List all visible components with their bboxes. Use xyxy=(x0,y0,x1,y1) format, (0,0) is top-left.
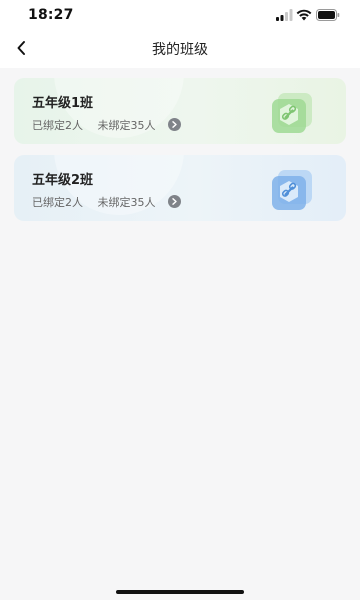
signal-icon xyxy=(276,9,293,21)
unbound-count: 未绑定35人 xyxy=(97,119,156,132)
wifi-icon xyxy=(296,9,312,21)
class-name: 五年级1班 xyxy=(32,96,94,111)
class-stats: 已绑定2人 未绑定35人 xyxy=(32,194,181,210)
class-card-1[interactable]: 五年级1班 已绑定2人 未绑定35人 xyxy=(14,78,346,144)
status-bar: 18:27 xyxy=(0,0,360,30)
class-card-2[interactable]: 五年级2班 已绑定2人 未绑定35人 xyxy=(14,155,346,221)
page-title: 我的班级 xyxy=(152,42,208,58)
battery-icon xyxy=(316,9,340,21)
chevron-right-icon xyxy=(172,197,177,205)
bound-count: 已绑定2人 xyxy=(32,196,83,209)
home-indicator[interactable] xyxy=(116,590,244,594)
class-name: 五年级2班 xyxy=(32,173,94,188)
detail-arrow-button[interactable] xyxy=(168,117,181,131)
chevron-right-icon xyxy=(172,120,177,128)
link-icon xyxy=(272,170,312,210)
status-time: 18:27 xyxy=(28,7,74,23)
detail-arrow-button[interactable] xyxy=(168,194,181,208)
unbound-count: 未绑定35人 xyxy=(97,196,156,209)
class-stats: 已绑定2人 未绑定35人 xyxy=(32,117,181,133)
class-list-screen: 18:27 我的班级 五年级1班 已绑定2人 未绑定35人 五年级2班 已绑定2… xyxy=(0,0,360,600)
top-area: 18:27 我的班级 xyxy=(0,0,360,68)
status-icons xyxy=(276,9,340,23)
link-icon xyxy=(272,93,312,133)
bound-count: 已绑定2人 xyxy=(32,119,83,132)
nav-bar: 我的班级 xyxy=(0,30,360,68)
